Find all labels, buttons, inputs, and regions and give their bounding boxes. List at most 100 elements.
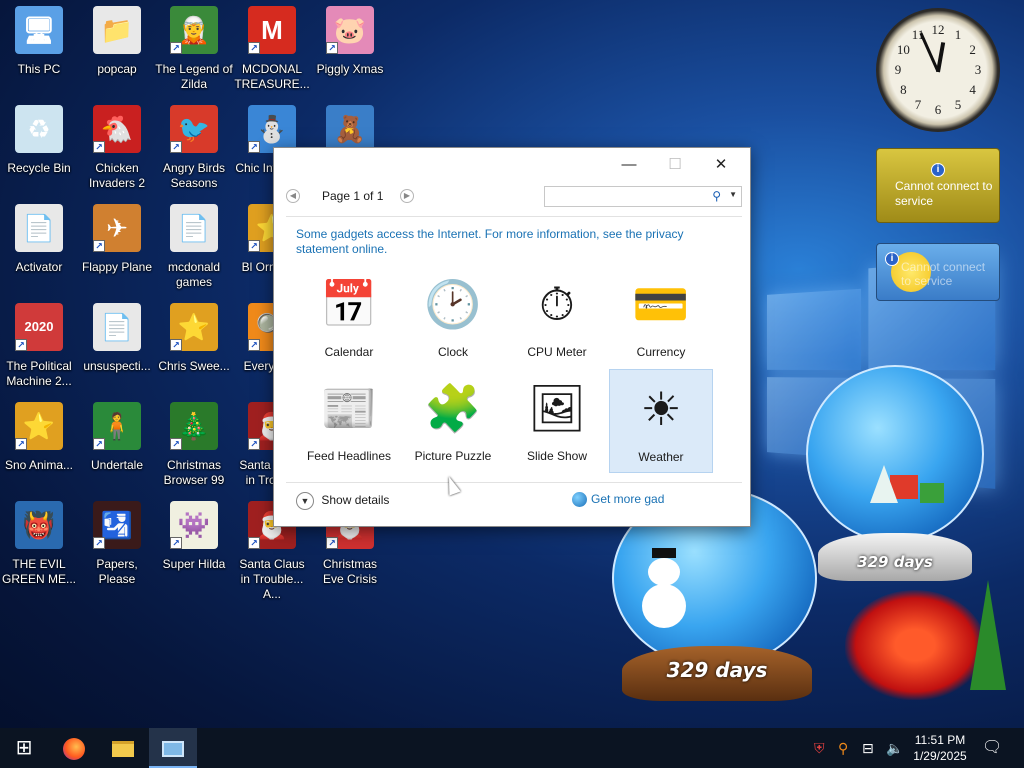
taskbar-clock[interactable]: 11:51 PM 1/29/2025: [906, 732, 974, 764]
gifts-icon: [850, 455, 960, 515]
privacy-notice-link[interactable]: Some gadgets access the Internet. For mo…: [296, 227, 716, 257]
shortcut-arrow-icon: ↗: [93, 537, 105, 549]
gadget-slide-show[interactable]: 🖼 Slide Show: [505, 369, 609, 473]
weather-error-text: Cannot connect to service: [901, 260, 986, 288]
tray-network-icon[interactable]: ⊟: [862, 728, 874, 768]
desktop-icon-label: Christmas Browser 99: [163, 458, 225, 487]
clock-number: 6: [934, 102, 942, 117]
weather-gadget[interactable]: i Cannot connect to service: [876, 243, 1000, 301]
desktop-icon-image: ⛄ ↗: [248, 105, 296, 153]
get-more-gadgets-link[interactable]: Get more gad: [572, 492, 672, 508]
desktop-icon[interactable]: M ↗ MCDONAL TREASURE...: [233, 6, 311, 92]
desktop-icon[interactable]: 👾 ↗ Super Hilda: [155, 501, 233, 572]
info-icon: i: [931, 163, 945, 177]
calendar-icon: 📅: [320, 278, 378, 330]
gadget-clock[interactable]: 🕑 Clock: [401, 265, 505, 369]
desktop-icon[interactable]: ♻ Recycle Bin: [0, 105, 78, 176]
desktop-icon-label: This PC: [17, 62, 61, 76]
desktop-icon-image: 📄: [170, 204, 218, 252]
start-button[interactable]: ⊞: [0, 728, 48, 768]
close-button[interactable]: ✕: [698, 152, 744, 178]
clock-number: 5: [954, 96, 962, 112]
desktop-icon[interactable]: 🐷 ↗ Piggly Xmas: [311, 6, 389, 77]
shortcut-arrow-icon: ↗: [248, 438, 260, 450]
desktop-icon-label: unsuspecti...: [83, 359, 151, 373]
taskbar-firefox[interactable]: [50, 728, 98, 768]
windows-icon: ⊞: [15, 737, 33, 759]
gadget-gallery-window: — ☐ ✕ ◀ Page 1 of 1 ▶ ⚲ ▼ Some gadgets a…: [273, 147, 751, 527]
desktop-icon-image: ⭐↗: [170, 303, 218, 351]
shortcut-arrow-icon: ↗: [93, 240, 105, 252]
desktop-icon[interactable]: 🐔 ↗ Chicken Invaders 2: [78, 105, 156, 191]
desktop-icon-label: Activator: [15, 260, 63, 274]
desktop-icon[interactable]: 2020 ↗ The Political Machine 2...: [0, 303, 78, 389]
taskbar-file-explorer[interactable]: [99, 728, 147, 768]
gadget-cpu-meter[interactable]: ⏱ CPU Meter: [505, 265, 609, 369]
search-gadgets-input[interactable]: ⚲ ▼: [544, 186, 742, 207]
search-icon[interactable]: ⚲: [712, 189, 721, 203]
tray-volume-icon[interactable]: 🔈: [886, 728, 903, 768]
get-more-label: Get more gad: [591, 492, 665, 506]
shortcut-arrow-icon: ↗: [93, 438, 105, 450]
desktop-icon[interactable]: 📄 unsuspecti...: [78, 303, 156, 374]
gadget-label: Weather: [638, 450, 684, 464]
shortcut-arrow-icon: ↗: [15, 438, 27, 450]
gadget-label: Currency: [636, 345, 686, 359]
desktop-icon-label: Super Hilda: [162, 557, 226, 571]
maximize-button[interactable]: ☐: [652, 152, 698, 178]
shortcut-arrow-icon: ↗: [15, 339, 27, 351]
desktop-icon-label: MCDONAL TREASURE...: [234, 62, 310, 91]
gadget-currency[interactable]: 💳 Currency: [609, 265, 713, 369]
desktop-icon[interactable]: ⭐ ↗ Sno Anima...: [0, 402, 78, 473]
pager-row: ◀ Page 1 of 1 ▶ ⚲ ▼: [286, 186, 742, 208]
tray-search-icon[interactable]: ⚲: [838, 728, 848, 768]
shortcut-arrow-icon: ↗: [170, 339, 182, 351]
gadget-label: Feed Headlines: [306, 449, 392, 463]
desktop-icon[interactable]: 📁 popcap: [78, 6, 156, 77]
desktop-icon[interactable]: 🛂 ↗ Papers, Please: [78, 501, 156, 587]
desktop-icon-image: 🧝 ↗: [170, 6, 218, 54]
desktop-icon-label: Flappy Plane: [81, 260, 153, 274]
clock-number: 2: [969, 42, 976, 57]
firefox-icon: [63, 738, 85, 761]
desktop-icon-image: 🐔 ↗: [93, 105, 141, 153]
taskbar-gadgets[interactable]: [149, 728, 197, 768]
action-center-icon[interactable]: 🗨: [982, 728, 1002, 768]
prev-page-button[interactable]: ◀: [286, 189, 300, 203]
clock-number: 9: [894, 62, 902, 77]
currency-gadget[interactable]: i Cannot connect to service: [876, 148, 1000, 223]
desktop-icon[interactable]: ⭐ ↗ Chris Swee...: [155, 303, 233, 374]
clock-number: 3: [974, 62, 982, 77]
gadget-calendar[interactable]: 📅 Calendar: [297, 265, 401, 369]
christmas-tree-decoration: [835, 580, 1015, 710]
search-dropdown-icon[interactable]: ▼: [729, 190, 737, 199]
clock-number: 12: [931, 22, 945, 37]
desktop-icon-image: 📄: [15, 204, 63, 252]
desktop-icon[interactable]: 👹 THE EVIL GREEN ME...: [0, 501, 78, 587]
gadget-picture-puzzle[interactable]: 🧩 Picture Puzzle: [401, 369, 505, 473]
shortcut-arrow-icon: ↗: [248, 240, 260, 252]
minimize-button[interactable]: —: [606, 152, 652, 178]
globe-icon: [572, 492, 587, 508]
show-details-button[interactable]: ▼ Show details: [296, 492, 389, 510]
tray-security-icon[interactable]: ⛨: [814, 728, 825, 768]
desktop-icon[interactable]: 🖥 This PC: [0, 6, 78, 77]
desktop-icon[interactable]: 🧝 ↗ The Legend of Zilda: [155, 6, 233, 92]
chevron-down-icon: ▼: [296, 492, 314, 510]
desktop-icon-image: 🛂 ↗: [93, 501, 141, 549]
shortcut-arrow-icon: ↗: [170, 141, 182, 153]
next-page-button[interactable]: ▶: [400, 189, 414, 203]
gadget-feed-headlines[interactable]: 📰 Feed Headlines: [297, 369, 401, 473]
desktop-icon-label: Chicken Invaders 2: [88, 161, 146, 190]
snowglobe-small-gadget[interactable]: 329 days: [800, 365, 990, 590]
shortcut-arrow-icon: ↗: [170, 438, 182, 450]
desktop-icon[interactable]: 📄 Activator: [0, 204, 78, 275]
clock-gadget[interactable]: 12 1 2 3 4 5 6 7 8 9 10 11: [876, 8, 1000, 132]
desktop-icon[interactable]: 🐦 ↗ Angry Birds Seasons: [155, 105, 233, 191]
desktop-icon[interactable]: 🧍 ↗ Undertale: [78, 402, 156, 473]
desktop-icon[interactable]: ✈ ↗ Flappy Plane: [78, 204, 156, 275]
desktop-icon[interactable]: 📄 mcdonald games: [155, 204, 233, 290]
desktop-icon-label: Santa Claus in Trouble... A...: [239, 557, 305, 601]
gadget-weather[interactable]: ☀ Weather: [609, 369, 713, 473]
desktop-icon[interactable]: 🎄 ↗ Christmas Browser 99: [155, 402, 233, 488]
